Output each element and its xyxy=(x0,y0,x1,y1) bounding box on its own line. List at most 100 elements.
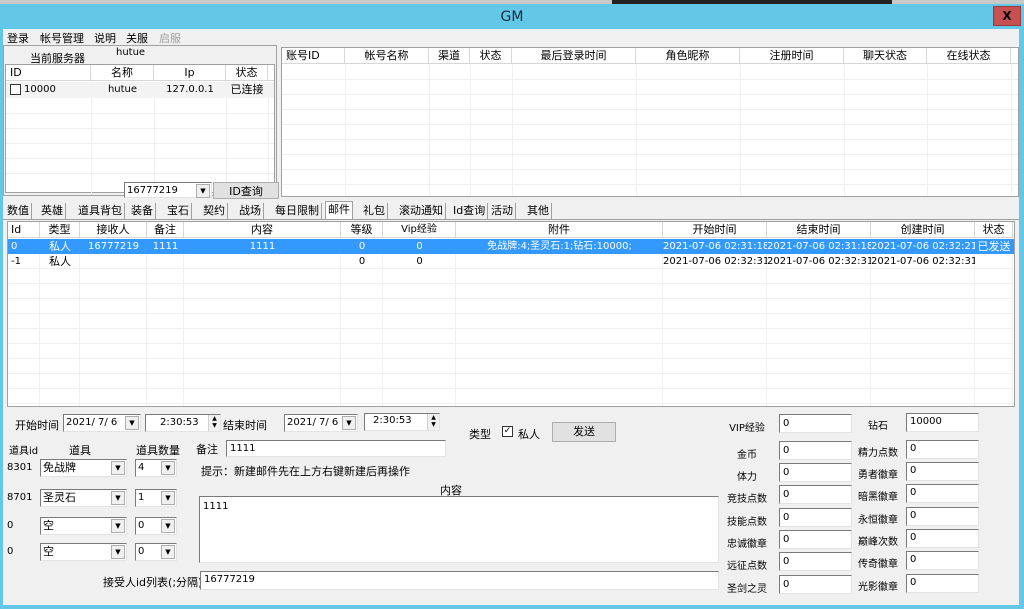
col-channel[interactable]: 渠道 xyxy=(429,48,470,64)
stat-input[interactable]: 0 xyxy=(779,552,852,571)
server-row[interactable]: 10000 hutue 127.0.0.1 已连接 xyxy=(6,82,274,98)
stat-input[interactable]: 0 xyxy=(779,575,852,594)
tab-contracts[interactable]: 契约 xyxy=(201,203,228,219)
tab-gift-pack[interactable]: 礼包 xyxy=(361,203,388,219)
stat-input[interactable]: 0 xyxy=(779,463,852,482)
col-receiver[interactable]: 接收人 xyxy=(80,222,147,238)
tab-activity[interactable]: 活动 xyxy=(489,203,516,219)
receivers-input[interactable]: 16777219 xyxy=(200,571,719,590)
col-register-time[interactable]: 注册时间 xyxy=(740,48,844,64)
account-table[interactable]: 账号ID 帐号名称 渠道 状态 最后登录时间 角色昵称 注册时间 聊天状态 在线… xyxy=(281,47,1019,197)
stat-input[interactable]: 10000 xyxy=(906,413,979,432)
item-select[interactable]: 免战牌 ▼ xyxy=(40,459,127,477)
item-qty-select[interactable]: 0 ▼ xyxy=(135,543,177,561)
id-combo[interactable]: 16777219 ▼ xyxy=(124,182,212,198)
content-textarea[interactable]: 1111 xyxy=(199,496,719,563)
stat-input[interactable]: 0 xyxy=(779,414,852,433)
col-status[interactable]: 状态 xyxy=(226,65,268,81)
stat-input[interactable]: 0 xyxy=(906,551,979,570)
col-attachment[interactable]: 附件 xyxy=(456,222,663,238)
close-button[interactable]: X xyxy=(993,6,1021,26)
col-id[interactable]: ID xyxy=(6,65,91,81)
stat-input[interactable]: 0 xyxy=(906,462,979,481)
col-id[interactable]: Id xyxy=(8,222,40,238)
mail-table[interactable]: Id 类型 接收人 备注 内容 等级 Vip经验 附件 开始时间 结束时间 创建… xyxy=(7,221,1015,407)
chevron-down-icon[interactable]: ▼ xyxy=(111,461,125,475)
tab-daily-limit[interactable]: 每日限制 xyxy=(273,203,322,219)
mail-row[interactable]: 0 私人 16777219 1111 1111 0 0 免战牌:4;圣灵石:1;… xyxy=(8,239,1014,254)
server-checkbox[interactable] xyxy=(10,84,21,95)
item-select[interactable]: 圣灵石 ▼ xyxy=(40,489,127,507)
chevron-down-icon[interactable]: ▼ xyxy=(111,491,125,505)
col-end-time[interactable]: 结束时间 xyxy=(767,222,871,238)
stat-input[interactable]: 0 xyxy=(906,529,979,548)
stat-input[interactable]: 0 xyxy=(779,441,852,460)
tab-values[interactable]: 数值 xyxy=(5,203,32,219)
col-create-time[interactable]: 创建时间 xyxy=(871,222,975,238)
menu-shutdown-server[interactable]: 关服 xyxy=(126,30,148,46)
start-time-input[interactable]: 2:30:53 ▲ ▼ xyxy=(145,414,221,432)
server-list[interactable]: ID 名称 Ip 状态 10000 hutue 127.0.0.1 已连接 xyxy=(5,64,275,193)
chevron-down-icon[interactable]: ▼ xyxy=(161,461,175,475)
col-content[interactable]: 内容 xyxy=(184,222,341,238)
item-qty-select[interactable]: 1 ▼ xyxy=(135,489,177,507)
col-ip[interactable]: Ip xyxy=(154,65,226,81)
stat-input[interactable]: 0 xyxy=(779,508,852,527)
private-checkbox[interactable]: ✓ xyxy=(502,426,513,437)
item-qty-select[interactable]: 4 ▼ xyxy=(135,459,177,477)
chevron-down-icon[interactable]: ▼ xyxy=(161,491,175,505)
end-date-picker[interactable]: 2021/ 7/ 6 ▼ xyxy=(284,414,358,432)
mail-row[interactable]: -1 私人 0 0 2021-07-06 02:32:31 2021-07-06… xyxy=(8,254,1014,269)
col-account-name[interactable]: 帐号名称 xyxy=(345,48,429,64)
end-time-input[interactable]: 2:30:53 ▲ ▼ xyxy=(364,413,440,431)
tab-gems[interactable]: 宝石 xyxy=(165,203,192,219)
chevron-down-icon[interactable]: ▼ xyxy=(161,519,175,533)
col-start-time[interactable]: 开始时间 xyxy=(663,222,767,238)
chevron-down-icon[interactable]: ▼ xyxy=(125,416,139,430)
end-time-spinner[interactable]: ▲ ▼ xyxy=(427,414,439,430)
send-button[interactable]: 发送 xyxy=(552,422,616,442)
chevron-down-icon[interactable]: ▼ xyxy=(111,545,125,559)
stat-input[interactable]: 0 xyxy=(906,484,979,503)
chevron-down-icon[interactable]: ▼ xyxy=(161,545,175,559)
item-select[interactable]: 空 ▼ xyxy=(40,517,127,535)
stat-input[interactable]: 0 xyxy=(779,485,852,504)
tab-id-query[interactable]: Id查询 xyxy=(451,203,489,219)
menu-help[interactable]: 说明 xyxy=(94,30,116,46)
stat-input[interactable]: 0 xyxy=(906,574,979,593)
chevron-down-icon[interactable]: ▼ xyxy=(111,519,125,533)
tab-battlefield[interactable]: 战场 xyxy=(237,203,264,219)
stat-input[interactable]: 0 xyxy=(906,440,979,459)
col-last-login[interactable]: 最后登录时间 xyxy=(512,48,636,64)
col-nickname[interactable]: 角色昵称 xyxy=(636,48,740,64)
stat-input[interactable]: 0 xyxy=(906,507,979,526)
col-name[interactable]: 名称 xyxy=(91,65,154,81)
col-status[interactable]: 状态 xyxy=(975,222,1013,238)
stat-input[interactable]: 0 xyxy=(779,530,852,549)
col-type[interactable]: 类型 xyxy=(40,222,80,238)
chevron-down-icon[interactable]: ▼ xyxy=(196,184,210,198)
col-account-id[interactable]: 账号ID xyxy=(282,48,345,64)
id-query-button[interactable]: ID查询 xyxy=(213,182,279,199)
note-input[interactable]: 1111 xyxy=(226,440,446,457)
tab-item-bag[interactable]: 道具背包 xyxy=(76,203,125,219)
tab-scroll-notice[interactable]: 滚动通知 xyxy=(397,203,446,219)
col-note[interactable]: 备注 xyxy=(147,222,184,238)
start-time-spinner[interactable]: ▲ ▼ xyxy=(208,415,220,431)
col-vip-exp[interactable]: Vip经验 xyxy=(383,222,456,238)
col-level[interactable]: 等级 xyxy=(341,222,383,238)
item-qty-select[interactable]: 0 ▼ xyxy=(135,517,177,535)
menu-account-manage[interactable]: 帐号管理 xyxy=(40,30,84,46)
col-chat-status[interactable]: 聊天状态 xyxy=(844,48,927,64)
col-online-status[interactable]: 在线状态 xyxy=(927,48,1011,64)
tab-mail[interactable]: 邮件 xyxy=(325,201,353,220)
tab-heroes[interactable]: 英雄 xyxy=(39,203,66,219)
stat-label: 精力点数 xyxy=(858,448,898,459)
start-date-picker[interactable]: 2021/ 7/ 6 ▼ xyxy=(63,414,141,432)
item-select[interactable]: 空 ▼ xyxy=(40,543,127,561)
tab-equipment[interactable]: 装备 xyxy=(129,203,156,219)
chevron-down-icon[interactable]: ▼ xyxy=(342,416,356,430)
col-status[interactable]: 状态 xyxy=(470,48,512,64)
menu-login[interactable]: 登录 xyxy=(7,30,29,46)
tab-other[interactable]: 其他 xyxy=(525,203,552,219)
